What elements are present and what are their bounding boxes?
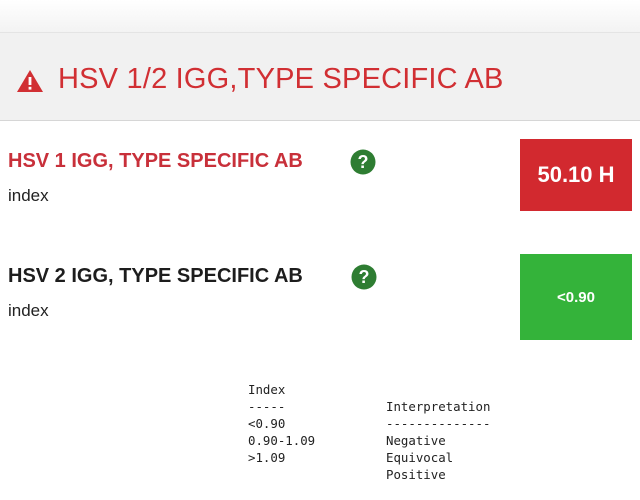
result-unit: index <box>8 301 49 320</box>
table-row: >1.09 Positive <box>248 432 446 482</box>
table-separator-row: ----- -------------- <box>248 381 490 431</box>
result-name: HSV 1 IGG, TYPE SPECIFIC AB <box>8 150 303 172</box>
result-value: 50.10 H <box>537 162 615 187</box>
result-unit: index <box>8 186 49 205</box>
range-interpretation: Negative <box>386 433 446 448</box>
table-row: <0.90 Negative <box>248 398 446 448</box>
range-interpretation: Equivocal <box>386 450 454 465</box>
panel-header: HSV 1/2 IGG,TYPE SPECIFIC AB <box>0 32 640 121</box>
question-circle-icon[interactable]: ? <box>350 149 376 175</box>
table-header-row: Index Interpretation <box>248 364 490 414</box>
result-value: <0.90 <box>557 288 595 306</box>
svg-text:?: ? <box>358 152 369 172</box>
result-row-hsv2: HSV 2 IGG, TYPE SPECIFIC AB ? index <0.9… <box>0 254 640 365</box>
result-row-hsv1: HSV 1 IGG, TYPE SPECIFIC AB ? index 50.1… <box>0 139 640 250</box>
svg-text:?: ? <box>359 267 370 287</box>
warning-triangle-icon <box>17 70 43 92</box>
result-name: HSV 2 IGG, TYPE SPECIFIC AB <box>8 265 303 287</box>
range-interpretation: Positive <box>386 467 446 482</box>
result-value-badge: <0.90 <box>520 254 632 340</box>
reference-range-table: Index Interpretation ----- -------------… <box>248 364 490 482</box>
range-value: >1.09 <box>248 450 286 465</box>
top-strip <box>0 0 640 32</box>
column-header-interpretation: Interpretation <box>386 399 491 414</box>
question-circle-icon[interactable]: ? <box>351 264 377 290</box>
panel-title: HSV 1/2 IGG,TYPE SPECIFIC AB <box>58 63 504 95</box>
table-row: 0.90-1.09 Equivocal <box>248 415 453 465</box>
separator-interpretation: -------------- <box>386 416 491 431</box>
result-value-badge: 50.10 H <box>520 139 632 211</box>
